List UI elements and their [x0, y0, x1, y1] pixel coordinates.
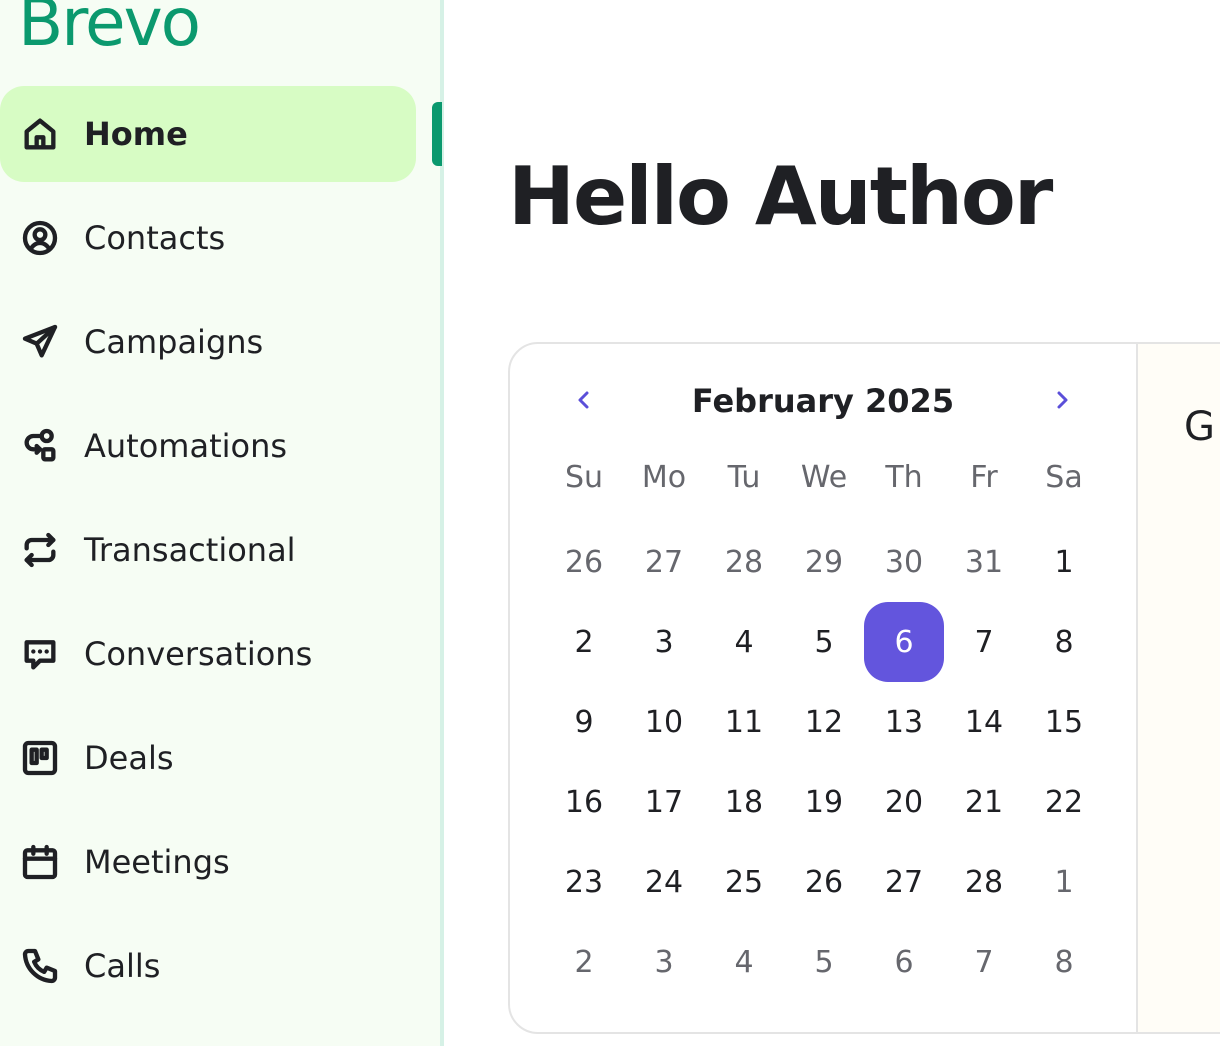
calendar-day[interactable]: 23: [544, 842, 624, 922]
calendar-day[interactable]: 20: [864, 762, 944, 842]
sidebar-item-label: Campaigns: [84, 323, 264, 361]
calendar-day[interactable]: 18: [704, 762, 784, 842]
sidebar-item-automations[interactable]: Automations: [0, 398, 416, 494]
calendar-day[interactable]: 3: [624, 602, 704, 682]
chevron-right-icon: [1057, 391, 1068, 409]
contacts-icon: [20, 218, 60, 258]
calendar-day[interactable]: 3: [624, 922, 704, 1002]
calendar-day[interactable]: 25: [704, 842, 784, 922]
calendar-day[interactable]: 15: [1024, 682, 1104, 762]
sidebar-item-label: Automations: [84, 427, 288, 465]
send-icon: [20, 322, 60, 362]
sidebar-item-calls[interactable]: Calls: [0, 918, 416, 1014]
calendar-day[interactable]: 6: [864, 922, 944, 1002]
brevo-logo[interactable]: Brevo: [18, 0, 201, 56]
calendar-day[interactable]: 19: [784, 762, 864, 842]
sidebar-item-label: Home: [84, 115, 188, 153]
weekday-header: Su Mo Tu We Th Fr Sa: [544, 454, 1104, 502]
calendar-day-selected[interactable]: 6: [864, 602, 944, 682]
calendar-day[interactable]: 29: [784, 522, 864, 602]
weekday-label: Tu: [727, 460, 761, 495]
sidebar-item-meetings[interactable]: Meetings: [0, 814, 416, 910]
sidebar-item-conversations[interactable]: Conversations: [0, 606, 416, 702]
calendar-day[interactable]: 8: [1024, 922, 1104, 1002]
calendar-day[interactable]: 26: [544, 522, 624, 602]
calendar-day[interactable]: 24: [624, 842, 704, 922]
calendar-day[interactable]: 13: [864, 682, 944, 762]
sidebar-item-label: Calls: [84, 947, 161, 985]
sidebar-item-label: Contacts: [84, 219, 226, 257]
calendar-day[interactable]: 7: [944, 602, 1024, 682]
calendar-day[interactable]: 26: [784, 842, 864, 922]
calendar-day[interactable]: 31: [944, 522, 1024, 602]
calendar-day[interactable]: 16: [544, 762, 624, 842]
sidebar-item-deals[interactable]: Deals: [0, 710, 416, 806]
calendar-day[interactable]: 27: [864, 842, 944, 922]
calendar-day[interactable]: 17: [624, 762, 704, 842]
next-month-button[interactable]: [1042, 380, 1082, 420]
sidebar-item-label: Conversations: [84, 635, 313, 673]
phone-icon: [20, 946, 60, 986]
calendar-day[interactable]: 21: [944, 762, 1024, 842]
calendar-day[interactable]: 30: [864, 522, 944, 602]
calendar-day[interactable]: 7: [944, 922, 1024, 1002]
calendar-day[interactable]: 10: [624, 682, 704, 762]
weekday-label: Th: [885, 460, 923, 495]
calendar-card: February 2025 Su Mo Tu We Th Fr Sa 26 27 28 29 30 3…: [508, 342, 1220, 1034]
calendar-day[interactable]: 2: [544, 602, 624, 682]
sidebar-item-label: Deals: [84, 739, 174, 777]
sidebar-item-label: Meetings: [84, 843, 230, 881]
active-indicator: [432, 102, 442, 166]
weekday-label: Fr: [970, 460, 998, 495]
sidebar-item-label: Transactional: [84, 531, 296, 569]
right-panel-title: G: [1184, 404, 1215, 450]
calendar-grid: 26 27 28 29 30 31 1 2 3 4 5 6 7 8 9 10 11 12 13 14 15 16 17 18 1…: [544, 522, 1104, 1002]
kanban-icon: [20, 738, 60, 778]
weekday-label: Sa: [1045, 460, 1083, 495]
calendar-day[interactable]: 4: [704, 922, 784, 1002]
calendar-day[interactable]: 5: [784, 922, 864, 1002]
weekday-label: Su: [564, 460, 604, 495]
calendar-day[interactable]: 1: [1024, 842, 1104, 922]
sidebar-item-campaigns[interactable]: Campaigns: [0, 294, 416, 390]
home-icon: [20, 114, 60, 154]
calendar-day[interactable]: 9: [544, 682, 624, 762]
calendar-day[interactable]: 5: [784, 602, 864, 682]
page-title: Hello Author: [508, 150, 1053, 243]
weekday-label: Mo: [641, 460, 687, 495]
transactional-icon: [20, 530, 60, 570]
calendar-day[interactable]: 2: [544, 922, 624, 1002]
sidebar-item-transactional[interactable]: Transactional: [0, 502, 416, 598]
calendar-day[interactable]: 28: [944, 842, 1024, 922]
calendar-day[interactable]: 1: [1024, 522, 1104, 602]
sidebar: Brevo Home Contacts Campaigns Automation…: [0, 0, 440, 1046]
calendar-day[interactable]: 8: [1024, 602, 1104, 682]
sidebar-item-contacts[interactable]: Contacts: [0, 190, 416, 286]
calendar-day[interactable]: 22: [1024, 762, 1104, 842]
calendar-day[interactable]: 14: [944, 682, 1024, 762]
calendar-icon: [20, 842, 60, 882]
calendar-day[interactable]: 11: [704, 682, 784, 762]
calendar-day[interactable]: 4: [704, 602, 784, 682]
automations-icon: [20, 426, 60, 466]
calendar-day[interactable]: 27: [624, 522, 704, 602]
sidebar-item-home[interactable]: Home: [0, 86, 416, 182]
weekday-label: We: [800, 460, 848, 495]
chat-icon: [20, 634, 60, 674]
calendar-day[interactable]: 28: [704, 522, 784, 602]
calendar-day[interactable]: 12: [784, 682, 864, 762]
